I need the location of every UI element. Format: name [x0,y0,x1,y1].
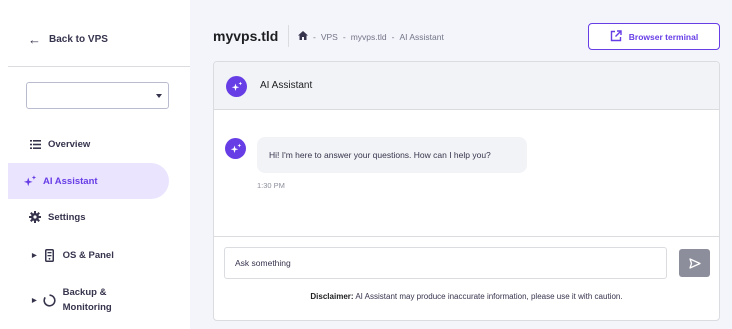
gear-icon [28,211,42,223]
disclaimer-label: Disclaimer: [310,292,354,301]
sidebar-item-label: Backup & Monitoring [63,285,112,315]
home-icon[interactable] [298,31,308,42]
assistant-message: Hi! I'm here to answer your questions. H… [257,137,527,173]
breadcrumb-separator: - [342,31,346,42]
breadcrumb-separator: - [313,31,316,42]
breadcrumb-current: AI Assistant [399,31,444,42]
server-icon [43,248,57,262]
back-label: Back to VPS [49,34,108,45]
browser-terminal-label: Browser terminal [628,31,699,42]
chat-title: AI Assistant [260,80,313,91]
label-line-2: Monitoring [62,302,112,313]
breadcrumb: - VPS - myvps.tld - AI Assistant [298,31,444,42]
disclaimer: Disclaimer: AI Assistant may produce ina… [214,292,719,301]
browser-terminal-button[interactable]: Browser terminal [588,23,720,50]
breadcrumb-server[interactable]: myvps.tld [351,32,387,42]
sparkle-icon [230,143,241,153]
label-line-1: Backup & [62,287,107,298]
external-link-icon [610,29,622,44]
page-title: myvps.tld [213,28,279,44]
message-timestamp: 1:30 PM [257,181,285,190]
caret-right-icon: ▶ [32,252,37,259]
send-button[interactable] [679,249,710,277]
backup-icon [43,293,57,307]
send-icon [688,257,701,269]
sidebar-item-ai-assistant[interactable]: AI Assistant [8,163,169,199]
assistant-avatar [226,76,247,97]
sidebar: ← Back to VPS Overview AI Assistant Sett… [0,0,190,329]
arrow-left-icon: ← [28,32,41,47]
ask-input[interactable] [224,247,667,279]
list-icon [28,139,42,149]
chat-divider [214,236,719,237]
caret-right-icon: ▶ [32,297,37,304]
vps-select[interactable] [26,82,169,109]
chat-panel: AI Assistant Hi! I'm here to answer your… [213,61,720,321]
back-to-vps-link[interactable]: ← Back to VPS [28,33,108,46]
sparkle-icon [231,81,242,91]
sidebar-item-backup-monitoring[interactable]: ▶ Backup & Monitoring [8,284,169,316]
disclaimer-text: AI Assistant may produce inaccurate info… [353,292,623,301]
sidebar-item-label: Settings [48,211,86,223]
sidebar-item-label: AI Assistant [43,175,98,187]
caret-down-icon [156,94,162,98]
sidebar-item-overview[interactable]: Overview [8,136,169,152]
breadcrumb-vps[interactable]: VPS [321,32,338,42]
sidebar-divider [8,66,190,67]
header-divider [288,25,289,47]
sidebar-item-label: Overview [48,138,91,150]
assistant-avatar [225,138,246,159]
sidebar-item-os-panel[interactable]: ▶ OS & Panel [8,246,169,264]
chat-header: AI Assistant [214,62,719,110]
sidebar-item-settings[interactable]: Settings [8,209,169,225]
sidebar-item-label: OS & Panel [62,249,114,261]
breadcrumb-separator: - [391,31,395,42]
sparkle-icon [23,174,37,188]
